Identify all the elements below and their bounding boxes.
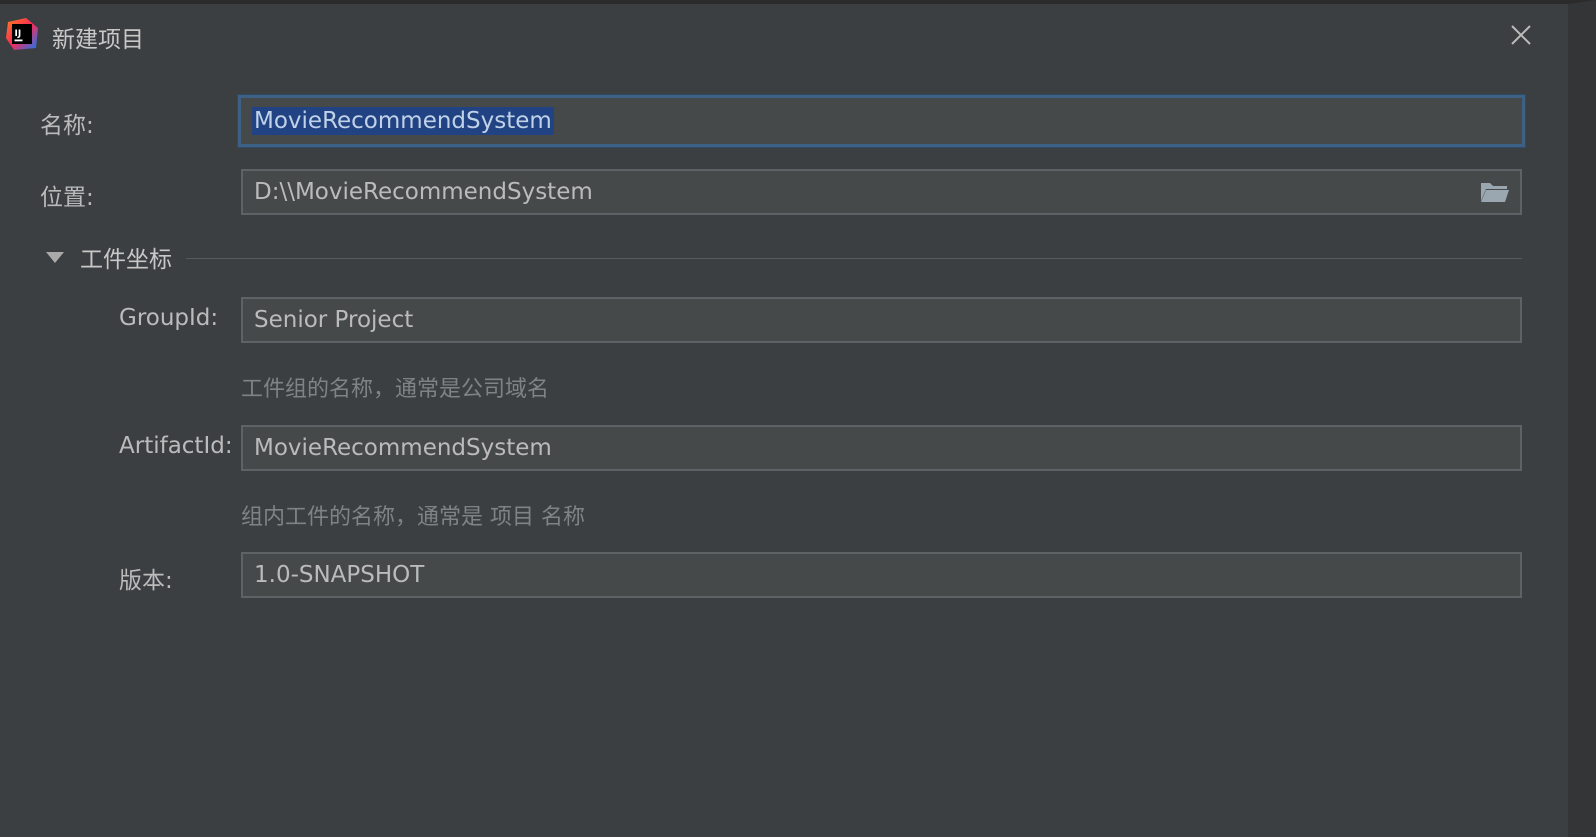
dialog-title: 新建项目 <box>52 27 144 53</box>
section-divider <box>186 258 1522 259</box>
title-bar: IJ 新建项目 <box>0 4 1568 66</box>
groupid-input[interactable]: Senior Project <box>241 297 1522 343</box>
folder-icon[interactable] <box>1480 180 1510 204</box>
location-input-value: D:\\MovieRecommendSystem <box>254 179 593 205</box>
version-label: 版本: <box>119 568 173 594</box>
artifactid-input-value: MovieRecommendSystem <box>254 435 552 461</box>
groupid-hint: 工件组的名称，通常是公司域名 <box>241 377 550 402</box>
version-input[interactable]: 1.0-SNAPSHOT <box>241 552 1522 598</box>
artifactid-hint: 组内工件的名称，通常是 项目 名称 <box>241 505 585 530</box>
expand-triangle-icon[interactable] <box>46 252 64 263</box>
name-input[interactable]: MovieRecommendSystem <box>238 95 1525 147</box>
new-project-dialog: IJ 新建项目 名称: MovieRecommendSystem 位置: D:\… <box>0 0 1596 837</box>
name-label: 名称: <box>40 113 94 139</box>
groupid-input-value: Senior Project <box>254 307 414 333</box>
name-input-value: MovieRecommendSystem <box>252 107 554 135</box>
artifactid-label: ArtifactId: <box>119 433 233 459</box>
location-label: 位置: <box>40 185 94 211</box>
close-icon[interactable] <box>1506 20 1536 50</box>
location-input[interactable]: D:\\MovieRecommendSystem <box>241 169 1522 215</box>
svg-text:IJ: IJ <box>15 29 22 39</box>
artifactid-input[interactable]: MovieRecommendSystem <box>241 425 1522 471</box>
version-input-value: 1.0-SNAPSHOT <box>254 562 425 588</box>
section-title: 工件坐标 <box>80 247 172 273</box>
groupid-label: GroupId: <box>119 305 219 331</box>
intellij-idea-icon: IJ <box>6 18 38 50</box>
